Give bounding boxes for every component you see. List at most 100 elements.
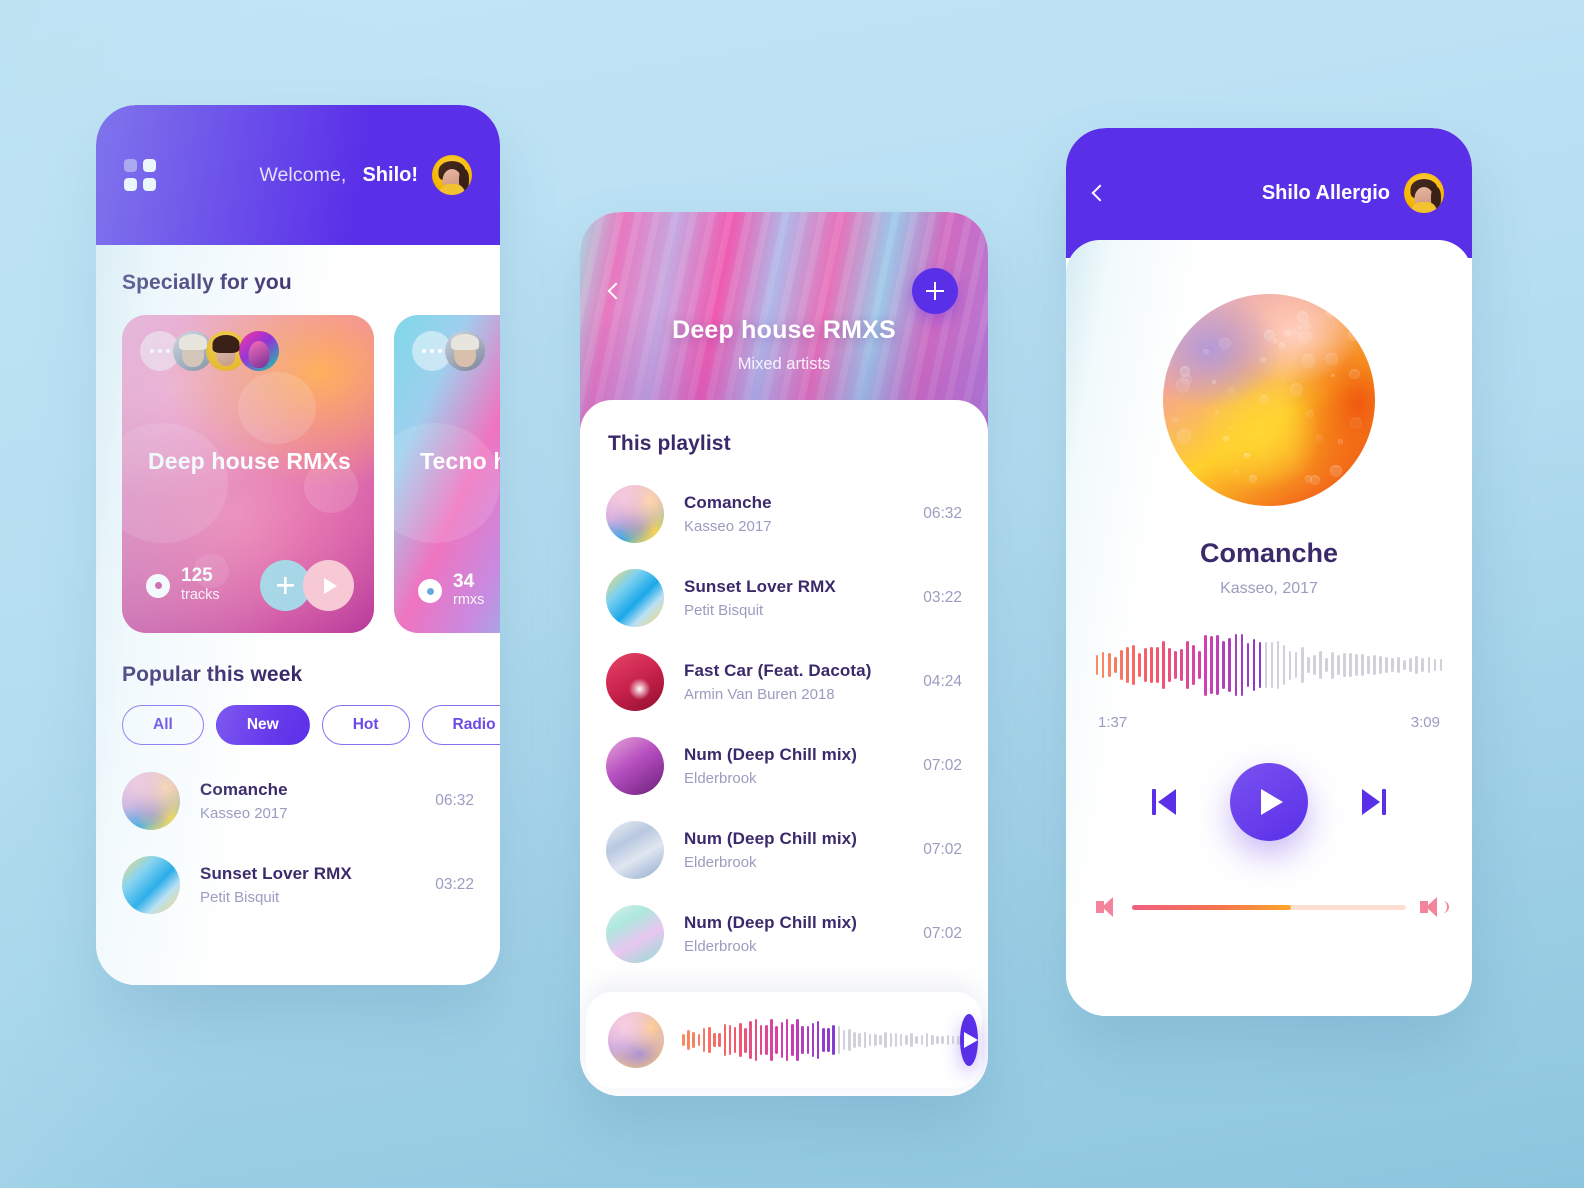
track-artist: Petit Bisquit — [200, 889, 280, 906]
previous-track-icon[interactable] — [1152, 789, 1176, 815]
chip-radio[interactable]: Radio ch — [421, 705, 500, 745]
mini-player-artwork — [608, 1012, 664, 1068]
phone-player-screen: Shilo Allergio Comanche Kasseo, 2017 1:3… — [1066, 128, 1472, 1016]
progress-waveform[interactable] — [1066, 626, 1472, 704]
playlist-sheet: This playlist Comanche Kasseo 2017 06:32… — [580, 400, 988, 1096]
card-title: Tecno house RMXs — [420, 448, 500, 474]
elapsed-time: 1:37 — [1098, 714, 1128, 731]
track-duration: 07:02 — [923, 841, 962, 858]
track-title: Sunset Lover RMX — [200, 864, 352, 883]
chip-new[interactable]: New — [215, 705, 310, 745]
collaborator-avatar — [239, 331, 279, 371]
volume-slider-fill — [1132, 904, 1291, 910]
add-button[interactable] — [912, 268, 958, 314]
album-artwork — [1163, 294, 1375, 506]
track-duration: 07:02 — [923, 925, 962, 942]
track-thumbnail — [606, 821, 664, 879]
total-duration: 3:09 — [1410, 714, 1440, 731]
track-duration: 04:24 — [923, 673, 962, 690]
track-duration: 06:32 — [923, 505, 962, 522]
back-button[interactable] — [1091, 184, 1109, 202]
disc-icon — [146, 573, 170, 598]
track-title: Comanche — [200, 780, 288, 799]
back-button[interactable] — [607, 282, 625, 300]
track-thumbnail — [606, 737, 664, 795]
mini-play-button[interactable] — [959, 1014, 978, 1066]
track-thumbnail — [122, 772, 180, 830]
playlist-track-list: Comanche Kasseo 2017 06:32 Sunset Lover … — [580, 472, 988, 976]
play-button[interactable] — [1230, 763, 1308, 841]
popular-track-list: Comanche Kasseo 2017 06:32 Sunset Lover … — [96, 759, 500, 927]
grid-menu-icon[interactable] — [124, 159, 156, 191]
section-title-this-playlist: This playlist — [608, 432, 731, 455]
playlist-card-tecno-house[interactable]: Tecno house RMXs 34 rmxs — [394, 315, 500, 633]
collaborator-avatar — [445, 331, 485, 371]
track-artist: Armin Van Buren 2018 — [684, 686, 835, 703]
card-track-unit: tracks — [181, 586, 220, 603]
home-body: Specially for you Deep house RMXs 125 tr… — [96, 245, 500, 985]
filter-chips-row: All New Hot Radio ch — [96, 705, 500, 745]
card-track-count: 125 — [181, 564, 213, 586]
chip-hot[interactable]: Hot — [321, 705, 410, 745]
track-artist: Petit Bisquit — [684, 602, 764, 619]
now-playing-title: Comanche — [1199, 538, 1339, 568]
track-artist: Elderbrook — [684, 938, 757, 955]
card-title: Deep house RMXs — [148, 448, 351, 474]
track-thumbnail — [606, 485, 664, 543]
track-thumbnail — [606, 653, 664, 711]
volume-mute-icon[interactable] — [1096, 897, 1118, 917]
track-title: Num (Deep Chill mix) — [684, 913, 857, 932]
avatar[interactable] — [1404, 173, 1444, 213]
track-title: Comanche — [684, 493, 772, 512]
table-row[interactable]: Sunset Lover RMX Petit Bisquit 03:22 — [96, 843, 500, 927]
next-track-icon[interactable] — [1362, 789, 1386, 815]
track-title: Fast Car (Feat. Dacota) — [684, 661, 872, 680]
section-title-popular: Popular this week — [122, 663, 303, 686]
avatar[interactable] — [432, 155, 472, 195]
play-playlist-button[interactable] — [303, 560, 354, 611]
welcome-label: Welcome, — [259, 163, 347, 186]
home-header: Welcome, Shilo! — [96, 105, 500, 245]
card-track-unit: rmxs — [453, 592, 485, 609]
table-row[interactable]: Num (Deep Chill mix) Elderbrook 07:02 — [580, 724, 988, 808]
player-header: Shilo Allergio — [1066, 128, 1472, 258]
mini-waveform[interactable] — [682, 1014, 960, 1066]
table-row[interactable]: Num (Deep Chill mix) Elderbrook 07:02 — [580, 808, 988, 892]
card-avatar-group — [412, 331, 485, 371]
track-artist: Kasseo 2017 — [200, 805, 288, 822]
playlist-cards-row: Deep house RMXs 125 tracks Tecno 34 rmxs — [96, 315, 500, 633]
table-row[interactable]: Fast Car (Feat. Dacota) Armin Van Buren … — [580, 640, 988, 724]
track-duration: 06:32 — [435, 792, 474, 809]
mini-player — [586, 992, 982, 1088]
playback-controls — [1066, 763, 1472, 841]
disc-icon — [418, 579, 442, 604]
volume-control — [1066, 897, 1472, 917]
playlist-card-deep-house[interactable]: Deep house RMXs 125 tracks — [122, 315, 374, 633]
player-body: Comanche Kasseo, 2017 1:37 3:09 — [1066, 240, 1472, 1016]
track-artist: Elderbrook — [684, 854, 757, 871]
track-thumbnail — [606, 569, 664, 627]
phone-playlist-screen: Deep house RMXS Mixed artists This playl… — [580, 212, 988, 1096]
page-title: Shilo Allergio — [1261, 181, 1390, 204]
track-artist: Elderbrook — [684, 770, 757, 787]
section-title-specially: Specially for you — [122, 271, 292, 294]
track-artist: Kasseo 2017 — [684, 518, 772, 535]
table-row[interactable]: Sunset Lover RMX Petit Bisquit 03:22 — [580, 556, 988, 640]
playlist-title: Deep house RMXS — [672, 316, 896, 344]
track-duration: 03:22 — [435, 876, 474, 893]
track-thumbnail — [606, 905, 664, 963]
track-title: Sunset Lover RMX — [684, 577, 836, 596]
volume-slider[interactable] — [1132, 904, 1406, 910]
user-name: Shilo! — [362, 163, 418, 186]
card-avatar-group — [140, 331, 279, 371]
table-row[interactable]: Comanche Kasseo 2017 06:32 — [96, 759, 500, 843]
phone-home-screen: Welcome, Shilo! Specially for you Deep h… — [96, 105, 500, 985]
table-row[interactable]: Comanche Kasseo 2017 06:32 — [580, 472, 988, 556]
track-title: Num (Deep Chill mix) — [684, 745, 857, 764]
table-row[interactable]: Num (Deep Chill mix) Elderbrook 07:02 — [580, 892, 988, 976]
track-thumbnail — [122, 856, 180, 914]
track-duration: 03:22 — [923, 589, 962, 606]
chip-all[interactable]: All — [122, 705, 204, 745]
volume-max-icon[interactable] — [1420, 897, 1449, 917]
track-duration: 07:02 — [923, 757, 962, 774]
